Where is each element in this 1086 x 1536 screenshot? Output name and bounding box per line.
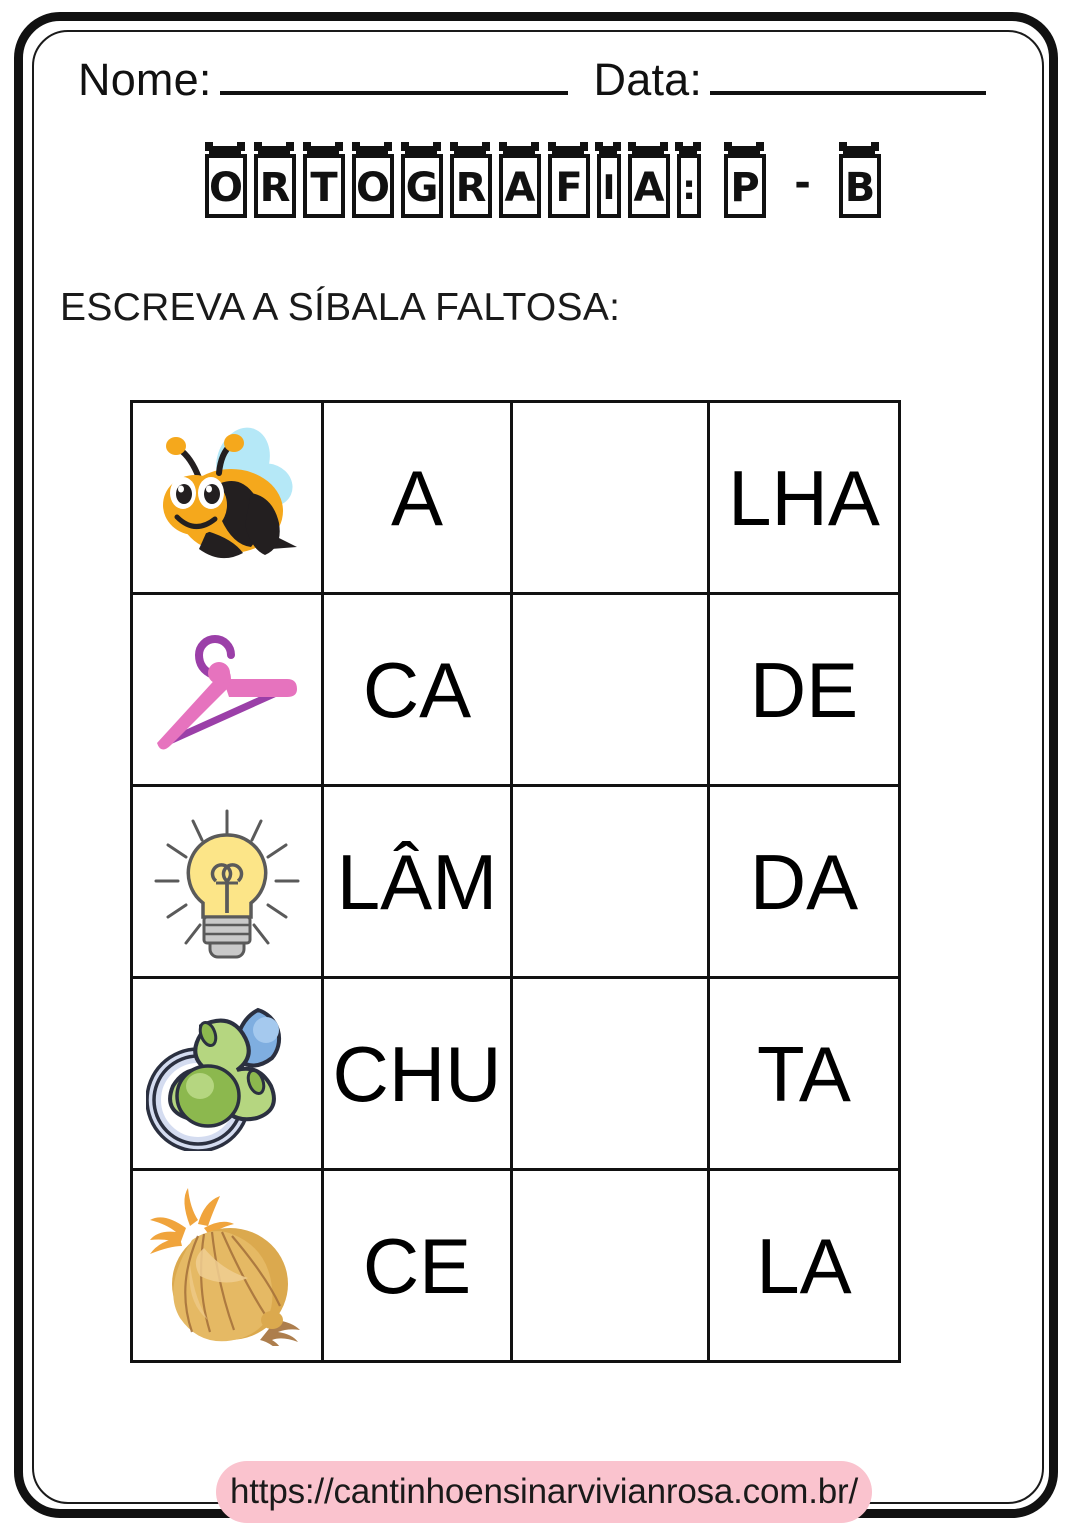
last-syllable-text: LA bbox=[756, 1221, 852, 1310]
title-letter-cards: ORTOGRAFIA:P-B bbox=[202, 142, 885, 220]
table-row: CE LA bbox=[130, 1168, 901, 1363]
title-letter-card: R bbox=[251, 142, 299, 220]
title-letter: A bbox=[633, 165, 665, 211]
title-letter-card: O bbox=[202, 142, 250, 220]
missing-syllable-answer-cell[interactable] bbox=[510, 592, 710, 787]
footer-url-badge: https://cantinhoensinarvivianrosa.com.br… bbox=[216, 1461, 872, 1523]
title-letter: F bbox=[555, 165, 583, 211]
title-letter: G bbox=[405, 165, 439, 211]
title-letter-card: P bbox=[721, 142, 769, 220]
light-bulb-icon bbox=[130, 784, 324, 979]
title-letter-card: O bbox=[349, 142, 397, 220]
missing-syllable-answer-cell[interactable] bbox=[510, 784, 710, 979]
first-syllable-text: CA bbox=[362, 645, 472, 734]
date-label: Data: bbox=[593, 54, 703, 105]
title-letter: : bbox=[682, 168, 696, 208]
title-letter-card: F bbox=[545, 142, 593, 220]
title-letter-card: A bbox=[496, 142, 544, 220]
table-row: LÂM DA bbox=[130, 784, 901, 979]
clothes-hanger-icon bbox=[130, 592, 324, 787]
title-letter: B bbox=[844, 165, 876, 211]
first-syllable-cell: CHU bbox=[321, 976, 513, 1171]
first-syllable-text: LÂM bbox=[336, 837, 498, 926]
table-row: CA DE bbox=[130, 592, 901, 787]
last-syllable-text: TA bbox=[757, 1029, 851, 1118]
missing-syllable-answer-cell[interactable] bbox=[510, 1168, 710, 1363]
title-letter: A bbox=[504, 165, 536, 211]
title-letter-card: : bbox=[674, 142, 704, 220]
syllable-table: A LHA CA DE LÂM DA CHU TA CE LA bbox=[130, 400, 901, 1363]
title-letter: O bbox=[208, 165, 243, 211]
title-letter-card: R bbox=[447, 142, 495, 220]
first-syllable-cell: LÂM bbox=[321, 784, 513, 979]
first-syllable-cell: A bbox=[321, 400, 513, 595]
last-syllable-cell: DA bbox=[707, 784, 901, 979]
missing-syllable-answer-cell[interactable] bbox=[510, 400, 710, 595]
last-syllable-text: DA bbox=[749, 837, 859, 926]
first-syllable-text: CE bbox=[362, 1221, 472, 1310]
title-letter-card: A bbox=[625, 142, 673, 220]
last-syllable-cell: LA bbox=[707, 1168, 901, 1363]
title-letter: R bbox=[455, 165, 487, 211]
worksheet-page: Nome: Data: ORTOGRAFIA:P-B ESCREVA A SÍB… bbox=[0, 0, 1086, 1536]
title-letter: I bbox=[602, 168, 616, 208]
pacifier-icon bbox=[130, 976, 324, 1171]
first-syllable-text: CHU bbox=[332, 1029, 502, 1118]
title-letter-card: G bbox=[398, 142, 446, 220]
worksheet-title: ORTOGRAFIA:P-B bbox=[0, 142, 1086, 242]
title-letter-card: I bbox=[594, 142, 624, 220]
onion-icon bbox=[130, 1168, 324, 1363]
last-syllable-cell: TA bbox=[707, 976, 901, 1171]
title-letter-card: B bbox=[836, 142, 884, 220]
date-input-line[interactable] bbox=[710, 91, 987, 95]
last-syllable-text: DE bbox=[749, 645, 859, 734]
footer-url-text[interactable]: https://cantinhoensinarvivianrosa.com.br… bbox=[230, 1472, 858, 1512]
title-letter: O bbox=[355, 165, 390, 211]
name-input-line[interactable] bbox=[219, 91, 568, 95]
title-letter-card: T bbox=[300, 142, 348, 220]
first-syllable-text: A bbox=[390, 453, 444, 542]
title-letter: P bbox=[730, 165, 760, 211]
last-syllable-cell: DE bbox=[707, 592, 901, 787]
instruction-text: ESCREVA A SÍBALA FALTOSA: bbox=[60, 286, 621, 329]
first-syllable-cell: CA bbox=[321, 592, 513, 787]
title-dash: - bbox=[794, 160, 811, 206]
title-letter: T bbox=[310, 165, 338, 211]
name-date-row: Nome: Data: bbox=[78, 54, 1018, 118]
last-syllable-text: LHA bbox=[728, 453, 880, 542]
last-syllable-cell: LHA bbox=[707, 400, 901, 595]
table-row: A LHA bbox=[130, 400, 901, 595]
table-row: CHU TA bbox=[130, 976, 901, 1171]
bee-icon bbox=[130, 400, 324, 595]
missing-syllable-answer-cell[interactable] bbox=[510, 976, 710, 1171]
title-letter: R bbox=[259, 165, 291, 211]
name-label: Nome: bbox=[78, 54, 212, 105]
first-syllable-cell: CE bbox=[321, 1168, 513, 1363]
